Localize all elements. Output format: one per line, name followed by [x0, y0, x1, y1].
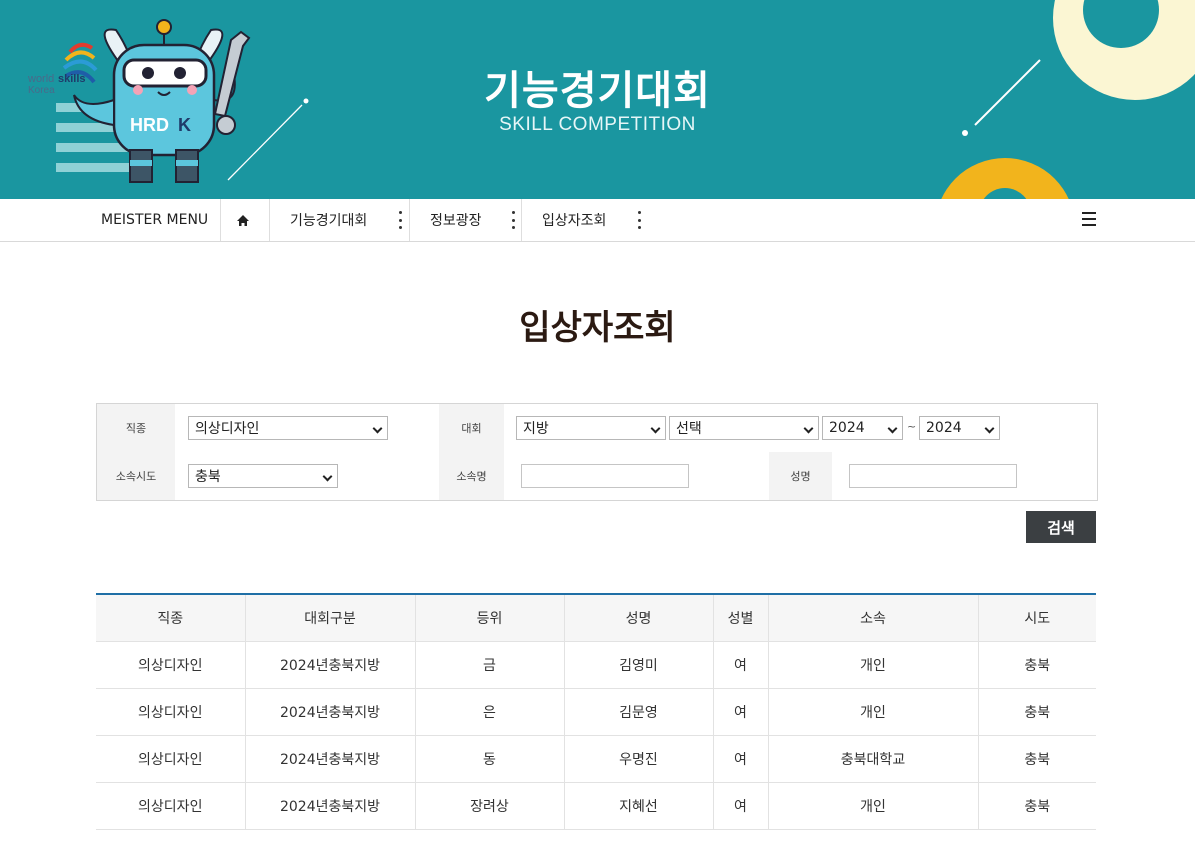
- results-table: 직종 대회구분 등위 성명 성별 소속 시도 의상디자인 2024년충북지방 금…: [96, 593, 1096, 830]
- cell-job: 의상디자인: [96, 688, 246, 736]
- cell-region: 충북: [978, 688, 1096, 736]
- cell-affiliation: 충북대학교: [768, 735, 979, 783]
- region-select[interactable]: 충북: [188, 464, 338, 488]
- column-header-job: 직종: [96, 594, 246, 642]
- year-from-select[interactable]: 2024: [822, 416, 903, 440]
- region-select-value: 충북: [195, 469, 221, 485]
- nav-item-competition-more-icon[interactable]: [398, 211, 402, 229]
- org-input[interactable]: [521, 464, 689, 488]
- nav-divider: [269, 199, 270, 241]
- nav-item-competition[interactable]: 기능경기대회: [290, 199, 367, 241]
- year-to-select[interactable]: 2024: [919, 416, 1000, 440]
- cell-affiliation: 개인: [768, 641, 979, 689]
- cell-name: 지혜선: [564, 782, 714, 830]
- table-row: 의상디자인 2024년충북지방 금 김영미 여 개인 충북: [96, 641, 1096, 689]
- contest-label: 대회: [439, 404, 504, 452]
- job-select[interactable]: 의상디자인: [188, 416, 388, 440]
- nav-divider: [220, 199, 221, 241]
- cell-contest: 2024년충북지방: [245, 641, 416, 689]
- chevron-down-icon: [372, 423, 383, 434]
- column-header-contest: 대회구분: [245, 594, 416, 642]
- table-row: 의상디자인 2024년충북지방 은 김문영 여 개인 충북: [96, 688, 1096, 736]
- top-navigation: MEISTER MENU 기능경기대회 정보광장 입상자조회: [0, 199, 1195, 242]
- chevron-down-icon: [803, 423, 814, 434]
- header-banner: world skills Korea HRD K 기능경기대회 SKILL CO…: [0, 0, 1195, 199]
- cell-gender: 여: [713, 735, 769, 783]
- contest-type-value: 지방: [523, 421, 549, 437]
- contest-select-value: 선택: [676, 421, 702, 437]
- cell-job: 의상디자인: [96, 641, 246, 689]
- chevron-down-icon: [650, 423, 661, 434]
- column-header-region: 시도: [978, 594, 1096, 642]
- nav-item-info-plaza-more-icon[interactable]: [511, 211, 515, 229]
- region-label: 소속시도: [97, 452, 175, 500]
- cell-contest: 2024년충북지방: [245, 735, 416, 783]
- cell-name: 김문영: [564, 688, 714, 736]
- chevron-down-icon: [984, 423, 995, 434]
- nav-item-winner-search[interactable]: 입상자조회: [542, 199, 606, 241]
- column-header-name: 성명: [564, 594, 714, 642]
- chevron-down-icon: [887, 423, 898, 434]
- cell-rank: 동: [415, 735, 565, 783]
- meister-menu-button[interactable]: MEISTER MENU: [101, 199, 208, 241]
- contest-select[interactable]: 선택: [669, 416, 819, 440]
- banner-subtitle: SKILL COMPETITION: [499, 114, 696, 135]
- cell-contest: 2024년충북지방: [245, 688, 416, 736]
- nav-divider: [409, 199, 410, 241]
- job-select-value: 의상디자인: [195, 421, 260, 437]
- cell-job: 의상디자인: [96, 782, 246, 830]
- cell-affiliation: 개인: [768, 688, 979, 736]
- home-button[interactable]: [236, 199, 250, 241]
- contest-type-select[interactable]: 지방: [516, 416, 666, 440]
- cell-rank: 장려상: [415, 782, 565, 830]
- cell-region: 충북: [978, 782, 1096, 830]
- nav-item-info-plaza[interactable]: 정보광장: [430, 199, 482, 241]
- year-range-separator: ~: [907, 420, 917, 433]
- cell-rank: 은: [415, 688, 565, 736]
- cell-name: 김영미: [564, 641, 714, 689]
- name-input[interactable]: [849, 464, 1017, 488]
- nav-divider: [521, 199, 522, 241]
- page-title: 입상자조회: [519, 308, 676, 348]
- cell-gender: 여: [713, 641, 769, 689]
- cell-job: 의상디자인: [96, 735, 246, 783]
- banner-title: 기능경기대회: [484, 68, 711, 114]
- cell-rank: 금: [415, 641, 565, 689]
- year-to-value: 2024: [926, 420, 962, 436]
- org-label: 소속명: [439, 452, 504, 500]
- home-icon: [237, 214, 249, 226]
- cell-affiliation: 개인: [768, 782, 979, 830]
- table-row: 의상디자인 2024년충북지방 장려상 지혜선 여 개인 충북: [96, 782, 1096, 830]
- column-header-rank: 등위: [415, 594, 565, 642]
- search-button[interactable]: 검색: [1026, 511, 1096, 543]
- cell-gender: 여: [713, 782, 769, 830]
- cell-region: 충북: [978, 641, 1096, 689]
- hamburger-icon[interactable]: [1082, 212, 1096, 226]
- column-header-affiliation: 소속: [768, 594, 979, 642]
- nav-item-winner-search-more-icon[interactable]: [637, 211, 641, 229]
- cell-region: 충북: [978, 735, 1096, 783]
- chevron-down-icon: [322, 471, 333, 482]
- cell-name: 우명진: [564, 735, 714, 783]
- job-label: 직종: [97, 404, 175, 452]
- table-row: 의상디자인 2024년충북지방 동 우명진 여 충북대학교 충북: [96, 735, 1096, 783]
- cell-gender: 여: [713, 688, 769, 736]
- name-label: 성명: [769, 452, 832, 500]
- table-header-row: 직종 대회구분 등위 성명 성별 소속 시도: [96, 594, 1096, 642]
- search-form: 직종 의상디자인 대회 지방 선택 2024 ~ 2024 소속시도 충북 소속…: [96, 403, 1098, 501]
- column-header-gender: 성별: [713, 594, 769, 642]
- year-from-value: 2024: [829, 420, 865, 436]
- cell-contest: 2024년충북지방: [245, 782, 416, 830]
